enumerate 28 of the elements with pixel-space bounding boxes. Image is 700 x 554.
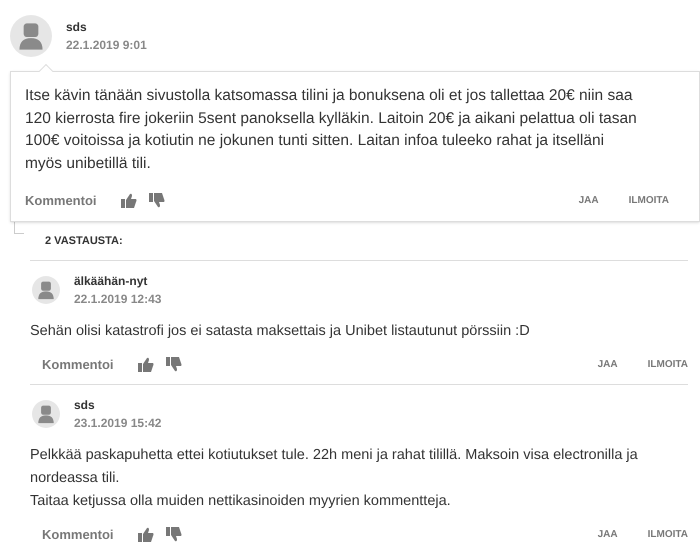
report-link[interactable]: ILMOITA <box>628 193 669 208</box>
comment-text: Itse kävin tänään sivustolla katsomassa tilini ja bonuksena oli et jos tallettaa 20€ niin saa 120 kierrosta fire jokeriin 5sent panoksella kylläkin. Laitoin 20€ ja aikani pelattua oli tasan 100€ voitoissa ja kotiutin ne jokunen tunti sitten. Laitan infoa tuleeko rahat ja itselläni myös unibetillä tili. <box>25 86 638 174</box>
thumbs-down-icon[interactable] <box>148 193 164 208</box>
thumbs-up-icon[interactable] <box>138 527 154 542</box>
author-name: sds <box>74 397 96 414</box>
author-name: älkäähän-nyt <box>74 272 148 290</box>
thumbs-up-icon[interactable] <box>138 356 154 372</box>
avatar-icon <box>10 15 52 57</box>
reply-text: Pelkkää paskapuhetta ettei kotiutukset tule. 22h meni ja rahat tilillä. Maksoin visa electronilla ja nordeassa tili. Taitaa ketjussa olla muiden nettikasinoiden myyrien kommentteja. <box>30 446 639 511</box>
comment-date: 22.1.2019 12:43 <box>74 290 162 308</box>
share-link[interactable]: JAA <box>578 193 599 208</box>
report-link[interactable]: ILMOITA <box>648 356 688 372</box>
author-name: sds <box>66 19 88 36</box>
reply-text: Sehän olisi katastrofi jos ei satasta maksettais ja Unibet listautunut pörssiin :D <box>30 322 531 340</box>
share-link[interactable]: JAA <box>598 527 618 542</box>
comment-link[interactable]: Kommentoi <box>42 354 114 374</box>
comment-link[interactable]: Kommentoi <box>42 525 114 544</box>
comment-link[interactable]: Kommentoi <box>25 191 96 210</box>
thumbs-up-icon[interactable] <box>120 193 136 208</box>
report-link[interactable]: ILMOITA <box>648 527 688 542</box>
replies-heading: 2 VASTAUSTA: <box>45 234 123 246</box>
avatar-icon <box>32 400 60 428</box>
thumbs-down-icon[interactable] <box>166 527 182 542</box>
thumbs-down-icon[interactable] <box>166 356 182 372</box>
share-link[interactable]: JAA <box>598 356 618 372</box>
avatar-icon <box>32 276 60 304</box>
comment-date: 22.1.2019 9:01 <box>66 37 147 54</box>
comment-date: 23.1.2019 15:42 <box>74 415 162 432</box>
